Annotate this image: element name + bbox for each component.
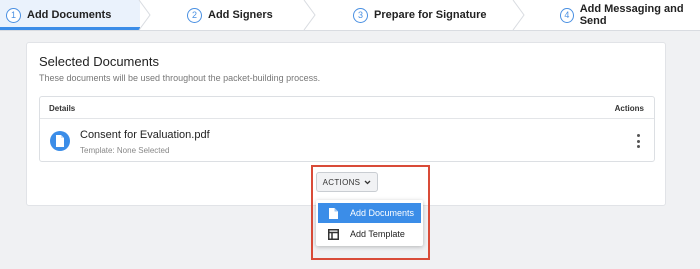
- actions-button[interactable]: ACTIONS: [316, 172, 378, 192]
- menu-item-add-documents[interactable]: Add Documents: [318, 203, 421, 223]
- step-separator-icon: [303, 0, 316, 30]
- chevron-down-icon: [364, 180, 371, 184]
- column-header-details: Details: [49, 104, 76, 113]
- step-label: Add Messaging and Send: [579, 3, 684, 27]
- card-subtitle: These documents will be used throughout …: [39, 73, 321, 83]
- template-icon: [326, 227, 340, 241]
- step-number: 4: [560, 7, 574, 23]
- card-title: Selected Documents: [39, 54, 159, 69]
- menu-item-label: Add Documents: [350, 208, 415, 218]
- document-icon: [50, 131, 70, 151]
- document-template: Template: None Selected: [80, 146, 170, 155]
- table-header: Details Actions: [40, 97, 654, 119]
- documents-table: Details Actions Consent for Evaluation.p…: [39, 96, 655, 162]
- column-header-actions: Actions: [614, 104, 644, 113]
- step-label: Add Documents: [27, 9, 112, 21]
- menu-item-label: Add Template: [350, 229, 405, 239]
- document-name[interactable]: Consent for Evaluation.pdf: [80, 129, 210, 141]
- step-prepare-for-signature[interactable]: 3 Prepare for Signature: [353, 0, 486, 30]
- step-add-signers[interactable]: 2 Add Signers: [187, 0, 273, 30]
- step-add-documents[interactable]: 1 Add Documents: [6, 0, 111, 30]
- step-number: 3: [353, 7, 368, 23]
- step-label: Prepare for Signature: [374, 9, 487, 21]
- actions-button-label: ACTIONS: [322, 177, 361, 187]
- document-icon: [326, 206, 340, 220]
- actions-menu: Add Documents Add Template: [316, 200, 423, 246]
- table-row: Consent for Evaluation.pdf Template: Non…: [40, 119, 654, 162]
- step-separator-icon: [138, 0, 151, 30]
- step-separator-icon: [512, 0, 525, 30]
- step-add-messaging-and-send[interactable]: 4 Add Messaging and Send: [560, 0, 700, 30]
- menu-item-add-template[interactable]: Add Template: [318, 224, 421, 244]
- step-number: 2: [187, 7, 202, 23]
- step-number: 1: [6, 7, 21, 23]
- step-label: Add Signers: [208, 9, 273, 21]
- more-options-icon[interactable]: [634, 134, 642, 148]
- stepper: 1 Add Documents 2 Add Signers 3 Prepare …: [0, 0, 700, 31]
